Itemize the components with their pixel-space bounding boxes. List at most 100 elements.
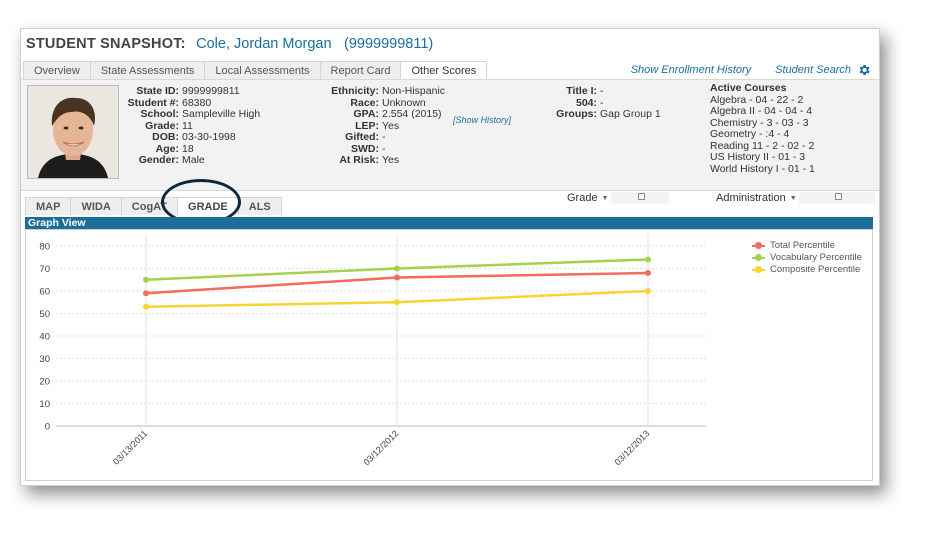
at-risk-label: At Risk: <box>339 154 379 166</box>
race-value: Unknown <box>382 96 426 109</box>
y-tick-label: 80 <box>39 242 50 253</box>
grade-filter-label: Grade <box>567 192 598 204</box>
swd-value: - <box>382 142 386 155</box>
main-tabs: Overview State Assessments Local Assessm… <box>23 61 488 80</box>
administration-filter[interactable]: Administration ▼ <box>716 192 875 204</box>
tab-state-assessments[interactable]: State Assessments <box>89 61 206 79</box>
y-tick-label: 20 <box>39 377 50 388</box>
legend-label-total: Total Percentile <box>770 240 835 251</box>
dob-value: 03-30-1998 <box>182 131 236 143</box>
graph-area: 0 10 20 30 40 50 60 70 80 03/13/2011 03/12/2012 03/… <box>25 229 873 481</box>
student-id: (9999999811) <box>344 36 434 52</box>
student-info-panel: State ID: 9999999811 Student #: 68380 Scho… <box>21 79 879 191</box>
data-point[interactable] <box>645 288 651 294</box>
snapshot-label: STUDENT SNAPSHOT: <box>26 36 186 52</box>
legend-item-composite[interactable]: Composite Percentile <box>752 264 862 276</box>
y-tick-label: 10 <box>39 399 50 410</box>
page-title: STUDENT SNAPSHOT: Cole, Jordan Morgan (9… <box>26 35 433 57</box>
data-point[interactable] <box>143 303 149 310</box>
grade-value: 11 <box>182 119 193 132</box>
data-point[interactable] <box>645 256 651 263</box>
active-courses: Active Courses Algebra - 04 - 22 - 2 Alg… <box>710 82 815 175</box>
tab-als[interactable]: ALS <box>237 197 282 215</box>
data-point[interactable] <box>143 290 149 297</box>
groups-value: Gap Group 1 <box>600 108 661 120</box>
school-label: School: <box>140 108 180 120</box>
ethnicity-label: Ethnicity: <box>331 85 379 97</box>
y-tick-label: 30 <box>39 354 50 365</box>
active-courses-title: Active Courses <box>710 82 787 94</box>
gender-label: Gender: <box>138 154 179 166</box>
legend-swatch-icon <box>752 254 765 262</box>
grade-filter[interactable]: Grade ▼ <box>567 192 669 204</box>
gpa-value: 2.554 (2015) <box>382 108 442 120</box>
course-item: Algebra II - 04 - 04 - 4 <box>710 105 813 117</box>
y-tick-label: 0 <box>45 422 50 433</box>
student-photo <box>27 85 119 179</box>
y-tick-label: 50 <box>39 309 50 320</box>
state-id-value: 9999999811 <box>182 85 240 97</box>
chart-legend: Total Percentile Vocabulary Percentile C… <box>752 240 862 276</box>
section-504-value: - <box>600 96 604 109</box>
x-tick-label: 03/12/2012 <box>361 428 400 467</box>
x-tick-label: 03/13/2011 <box>111 428 149 466</box>
at-risk-value: Yes <box>382 154 400 166</box>
legend-item-vocabulary[interactable]: Vocabulary Percentile <box>752 252 862 264</box>
lep-value: Yes <box>382 119 400 132</box>
tab-map[interactable]: MAP <box>25 197 72 215</box>
gender-value: Male <box>182 154 205 166</box>
tab-overview[interactable]: Overview <box>23 61 91 79</box>
gear-icon[interactable] <box>857 63 871 77</box>
gifted-label: Gifted: <box>345 131 379 143</box>
student-details-col1: State ID: 9999999811 Student #: 68380 Scho… <box>121 85 261 167</box>
caret-down-icon: ▼ <box>789 194 797 202</box>
data-point[interactable] <box>394 299 400 306</box>
data-point[interactable] <box>645 270 651 276</box>
legend-label-composite: Composite Percentile <box>770 264 861 275</box>
gpa-label: GPA: <box>353 108 379 120</box>
y-tick-label: 60 <box>39 287 50 298</box>
course-item: World History I - 01 - 1 <box>710 162 815 175</box>
legend-item-total[interactable]: Total Percentile <box>752 240 862 252</box>
tab-local-assessments[interactable]: Local Assessments <box>204 61 321 79</box>
checkbox-icon <box>637 193 645 200</box>
legend-swatch-icon <box>752 242 765 250</box>
grade-select[interactable] <box>610 192 669 204</box>
data-point[interactable] <box>143 276 149 283</box>
student-details-col2: Ethnicity: Non-Hispanic Race: Unknown GPA:… <box>317 85 446 167</box>
dob-label: DOB: <box>152 131 179 143</box>
student-number-value: 68380 <box>182 96 212 109</box>
student-snapshot-panel: STUDENT SNAPSHOT: Cole, Jordan Morgan (9… <box>20 28 880 486</box>
caret-down-icon: ▼ <box>601 194 609 202</box>
state-id-label: State ID: <box>136 85 179 97</box>
y-tick-label: 70 <box>39 264 50 275</box>
tab-other-scores[interactable]: Other Scores <box>400 61 488 80</box>
title-i-label: Title I: <box>566 85 597 97</box>
tab-report-card[interactable]: Report Card <box>319 61 402 79</box>
graph-view-header: Graph View <box>25 217 873 229</box>
data-point[interactable] <box>394 274 400 281</box>
groups-label: Groups: <box>556 108 597 120</box>
header-links: Show Enrollment History Student Search <box>607 61 871 78</box>
legend-swatch-icon <box>752 266 765 274</box>
administration-select[interactable] <box>798 192 875 204</box>
show-history-link[interactable]: [Show History] <box>453 115 511 125</box>
checkbox-icon <box>834 193 842 200</box>
show-enrollment-history-link[interactable]: Show Enrollment History <box>631 64 751 76</box>
x-tick-label: 03/12/2013 <box>612 428 651 467</box>
course-item: US History II - 01 - 3 <box>710 151 806 163</box>
student-search-link[interactable]: Student Search <box>775 64 851 76</box>
legend-label-vocabulary: Vocabulary Percentile <box>770 252 862 263</box>
student-name: Cole, Jordan Morgan <box>196 36 332 52</box>
student-details-col3: Title I: - 504: - Groups: Gap Group 1 <box>541 85 661 121</box>
gifted-value: - <box>382 131 386 143</box>
tab-wida[interactable]: WIDA <box>70 197 122 215</box>
ethnicity-value: Non-Hispanic <box>382 85 446 97</box>
data-point[interactable] <box>394 265 400 272</box>
percentile-line-chart: 0 10 20 30 40 50 60 70 80 03/13/2011 03/12/2012 03/… <box>39 234 706 467</box>
administration-filter-label: Administration <box>716 192 786 204</box>
title-i-value: - <box>600 85 604 97</box>
y-tick-label: 40 <box>39 332 50 343</box>
score-tabs: MAP WIDA CogAT GRADE ALS <box>25 197 282 215</box>
course-item: Geometry - :4 - 4 <box>710 128 790 140</box>
